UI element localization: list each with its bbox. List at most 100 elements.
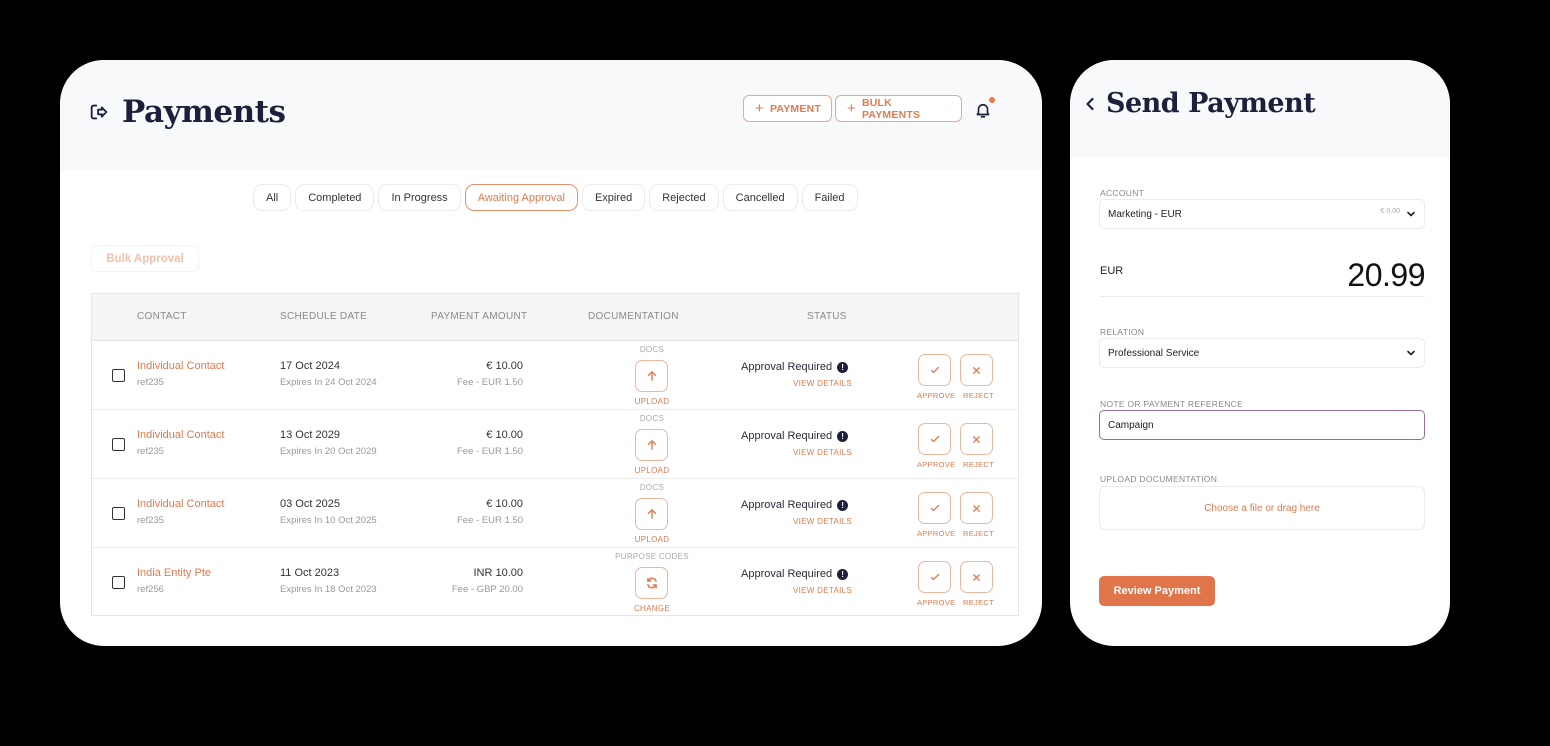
- payment-amount: € 10.00: [486, 498, 523, 510]
- contact-ref: ref256: [137, 584, 164, 595]
- schedule-date: 13 Oct 2029: [280, 429, 340, 441]
- approve-button[interactable]: [918, 423, 951, 455]
- add-payment-button[interactable]: + PAYMENT: [743, 95, 832, 122]
- schedule-date: 17 Oct 2024: [280, 360, 340, 372]
- contact-name[interactable]: Individual Contact: [137, 360, 224, 372]
- approve-label: APPROVE: [917, 460, 956, 469]
- table-header: CONTACT SCHEDULE DATE PAYMENT AMOUNT DOC…: [92, 294, 1018, 341]
- bulk-approval-button[interactable]: Bulk Approval: [91, 245, 199, 272]
- status-badge: Approval Required !: [741, 499, 849, 511]
- bell-icon[interactable]: [974, 100, 992, 120]
- payment-fee: Fee - EUR 1.50: [457, 446, 523, 457]
- view-details-link[interactable]: VIEW DETAILS: [793, 517, 852, 526]
- approve-button[interactable]: [918, 354, 951, 386]
- contact-ref: ref235: [137, 446, 164, 457]
- row-checkbox[interactable]: [112, 576, 125, 589]
- status-text: Approval Required: [741, 568, 833, 580]
- status-text: Approval Required: [741, 499, 833, 511]
- info-icon[interactable]: !: [837, 568, 849, 580]
- send-payment-panel: Send Payment ACCOUNT Marketing - EUR € 0…: [1070, 60, 1450, 646]
- payment-amount: INR 10.00: [473, 567, 523, 579]
- tab-cancelled[interactable]: Cancelled: [722, 184, 798, 211]
- column-header-contact: CONTACT: [137, 311, 187, 322]
- exit-icon[interactable]: [88, 101, 110, 123]
- row-checkbox[interactable]: [112, 507, 125, 520]
- close-icon: [973, 435, 980, 443]
- back-chevron-icon[interactable]: [1084, 96, 1096, 112]
- tab-completed[interactable]: Completed: [295, 184, 375, 211]
- upload-button[interactable]: [635, 360, 668, 392]
- bulk-payments-label: BULK PAYMENTS: [861, 96, 921, 121]
- review-payment-button[interactable]: Review Payment: [1099, 576, 1215, 606]
- upload-button[interactable]: [635, 429, 668, 461]
- tab-in-progress[interactable]: In Progress: [378, 184, 461, 211]
- tab-awaiting-approval[interactable]: Awaiting Approval: [464, 184, 578, 211]
- expiry-date: Expires In 20 Oct 2029: [280, 446, 377, 457]
- checkmark-icon: [930, 573, 939, 581]
- close-icon: [973, 573, 980, 581]
- amount-input[interactable]: 20.99: [1347, 257, 1425, 294]
- tab-expired[interactable]: Expired: [581, 184, 646, 211]
- checkmark-icon: [930, 504, 939, 512]
- contact-name[interactable]: India Entity Pte: [137, 567, 211, 579]
- payment-amount: € 10.00: [486, 429, 523, 441]
- reject-button[interactable]: [960, 423, 993, 455]
- bulk-payments-button[interactable]: + BULK PAYMENTS: [835, 95, 962, 122]
- schedule-date: 11 Oct 2023: [280, 567, 340, 579]
- tab-rejected[interactable]: Rejected: [649, 184, 719, 211]
- contact-ref: ref235: [137, 377, 164, 388]
- tab-failed[interactable]: Failed: [801, 184, 858, 211]
- file-upload-dropzone[interactable]: Choose a file or drag here: [1099, 486, 1425, 530]
- send-payment-title: Send Payment: [1106, 88, 1316, 119]
- upload-label[interactable]: UPLOAD: [582, 535, 722, 544]
- documentation-label: DOCS: [639, 414, 665, 423]
- row-checkbox[interactable]: [112, 369, 125, 382]
- relation-select[interactable]: Professional Service: [1099, 338, 1425, 368]
- add-payment-label: PAYMENT: [769, 102, 821, 115]
- tab-all[interactable]: All: [253, 184, 292, 211]
- account-label: ACCOUNT: [1100, 188, 1145, 198]
- info-icon[interactable]: !: [837, 499, 849, 511]
- note-label: NOTE OR PAYMENT REFERENCE: [1100, 399, 1244, 409]
- change-purpose-code-button[interactable]: [635, 567, 668, 599]
- view-details-link[interactable]: VIEW DETAILS: [793, 448, 852, 457]
- send-payment-header: Send Payment: [1070, 60, 1450, 157]
- reject-label: REJECT: [963, 460, 994, 469]
- change-label[interactable]: CHANGE: [582, 604, 722, 613]
- reject-label: REJECT: [963, 529, 994, 538]
- reject-button[interactable]: [960, 561, 993, 593]
- status-text: Approval Required: [741, 361, 833, 373]
- approve-button[interactable]: [918, 561, 951, 593]
- view-details-link[interactable]: VIEW DETAILS: [793, 379, 852, 388]
- relation-label: RELATION: [1100, 327, 1145, 337]
- upload-label[interactable]: UPLOAD: [582, 397, 722, 406]
- upload-arrow-icon: [647, 371, 656, 381]
- reject-button[interactable]: [960, 492, 993, 524]
- upload-label[interactable]: UPLOAD: [582, 466, 722, 475]
- column-header-payment-amount: PAYMENT AMOUNT: [431, 311, 528, 322]
- row-checkbox[interactable]: [112, 438, 125, 451]
- account-balance: € 0.00: [1380, 208, 1400, 215]
- info-icon[interactable]: !: [837, 430, 849, 442]
- approve-button[interactable]: [918, 492, 951, 524]
- view-details-link[interactable]: VIEW DETAILS: [793, 586, 852, 595]
- account-select[interactable]: Marketing - EUR € 0.00: [1099, 199, 1425, 229]
- contact-name[interactable]: Individual Contact: [137, 498, 224, 510]
- plus-icon: +: [755, 100, 764, 117]
- table-row: India Entity Pte ref256 11 Oct 2023 Expi…: [92, 548, 1018, 615]
- payment-fee: Fee - EUR 1.50: [457, 377, 523, 388]
- info-icon[interactable]: !: [837, 361, 849, 373]
- page-title: Payments: [122, 94, 286, 130]
- approve-label: APPROVE: [917, 598, 956, 607]
- documentation-label: DOCS: [639, 483, 665, 492]
- upload-documentation-label: UPLOAD DOCUMENTATION: [1100, 474, 1218, 484]
- upload-button[interactable]: [635, 498, 668, 530]
- contact-name[interactable]: Individual Contact: [137, 429, 224, 441]
- reject-button[interactable]: [960, 354, 993, 386]
- payments-table: CONTACT SCHEDULE DATE PAYMENT AMOUNT DOC…: [91, 293, 1019, 616]
- note-input[interactable]: Campaign: [1099, 410, 1425, 440]
- column-header-status: STATUS: [807, 311, 847, 322]
- status-badge: Approval Required !: [741, 430, 849, 442]
- amount-divider: [1099, 296, 1425, 297]
- upload-placeholder: Choose a file or drag here: [1204, 502, 1320, 514]
